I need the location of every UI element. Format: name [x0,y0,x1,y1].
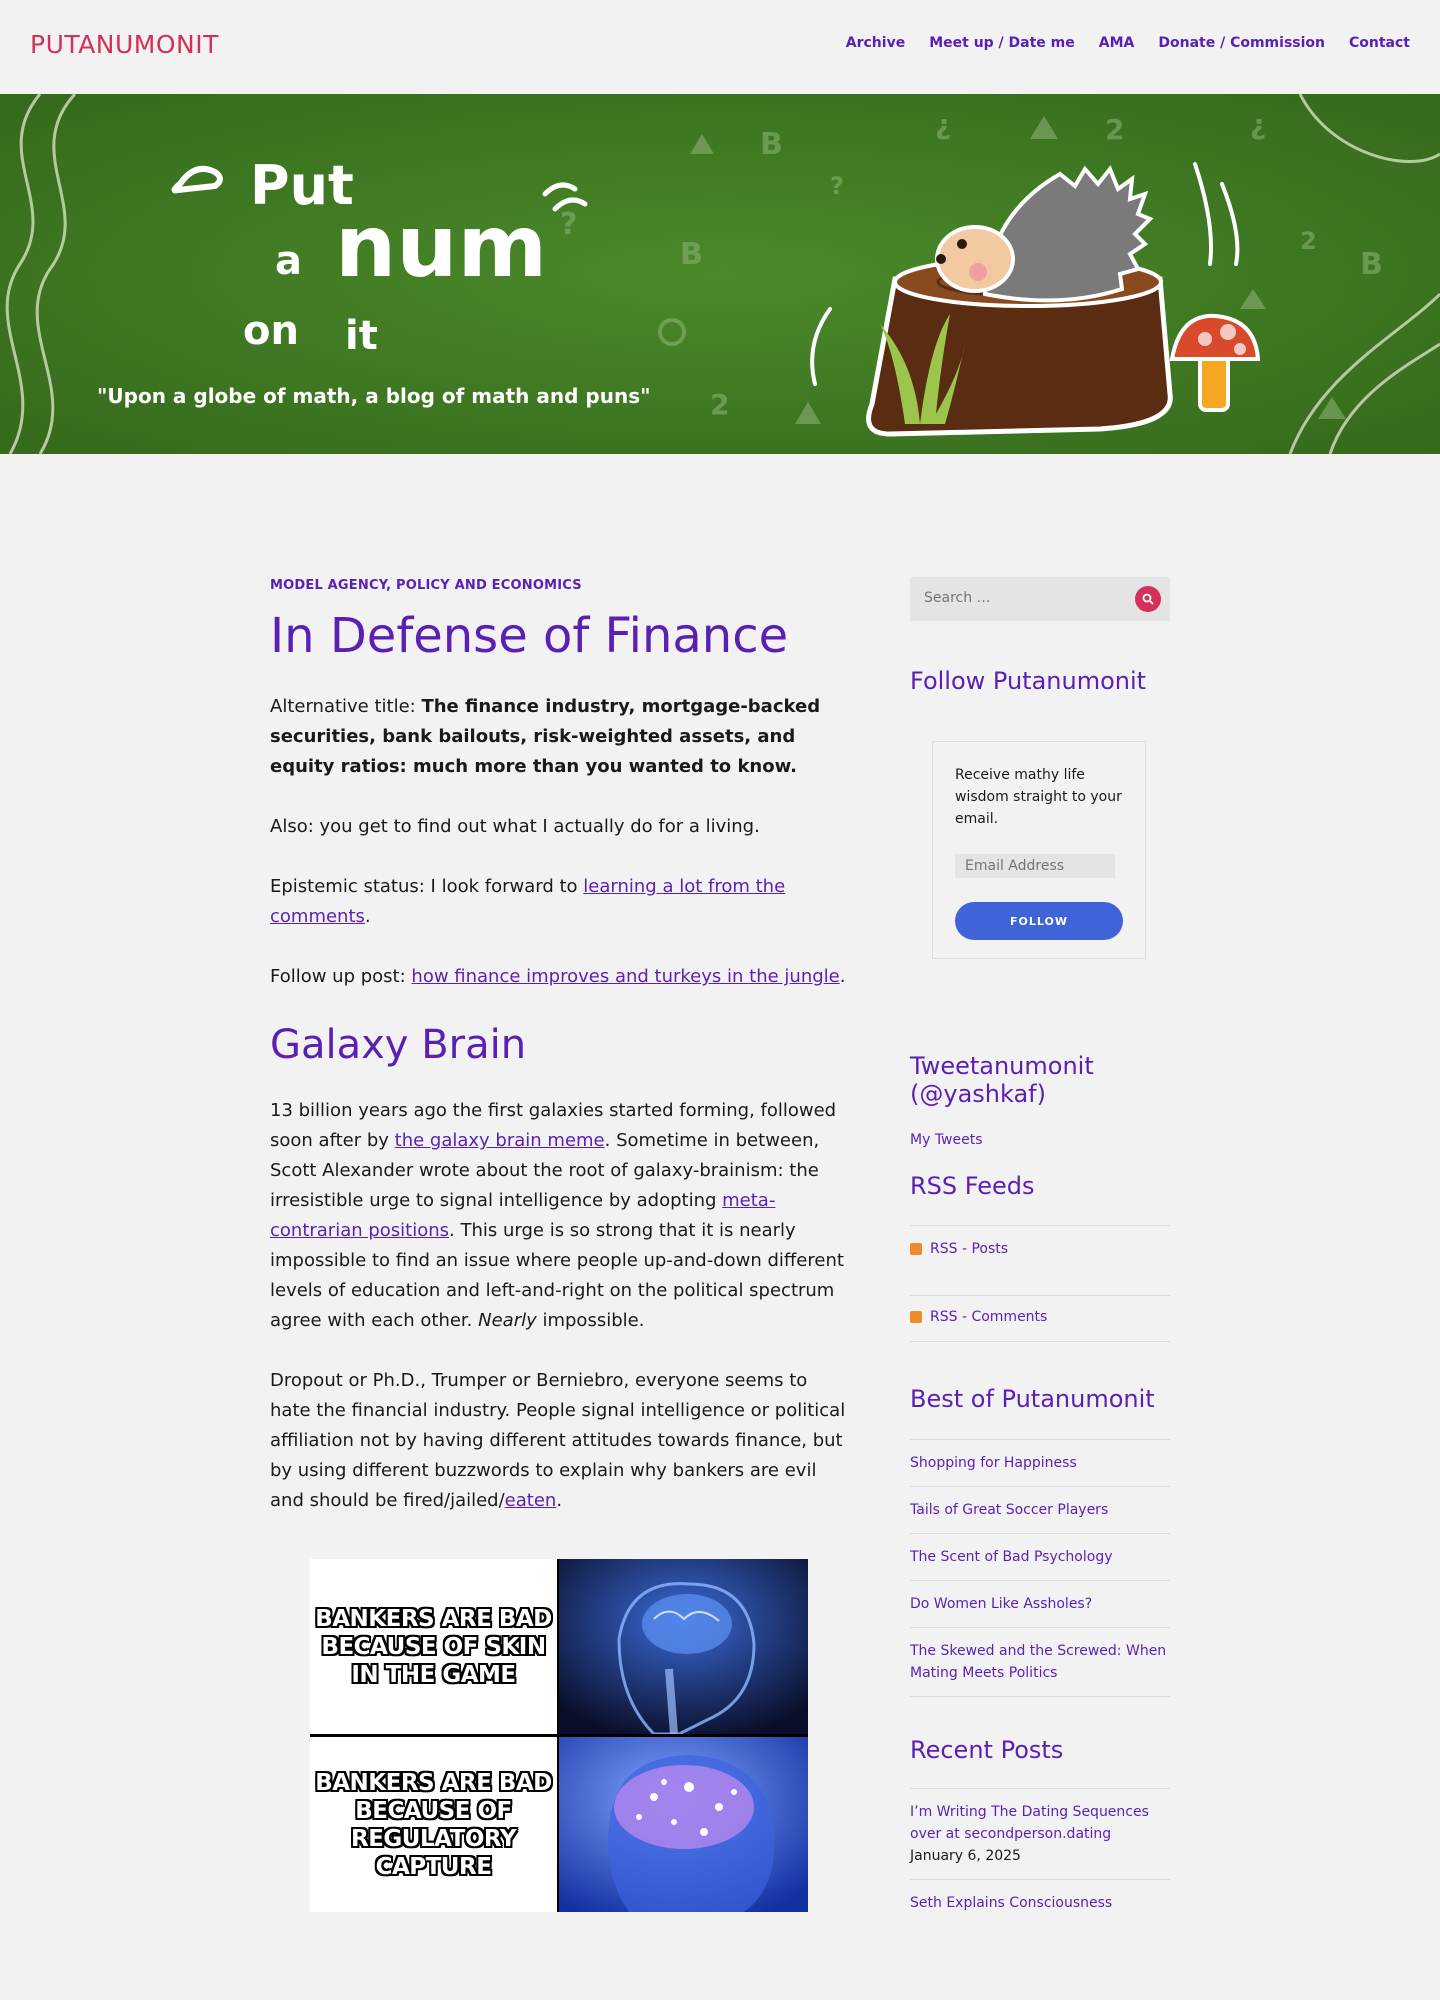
post-category[interactable]: MODEL AGENCY, POLICY AND ECONOMICS [270,578,850,593]
best-list: Shopping for Happiness Tails of Great So… [910,1439,1170,1697]
p1-italic: Nearly [478,1310,537,1332]
list-item: I’m Writing The Dating Sequences over at… [910,1789,1170,1880]
follow-button[interactable]: FOLLOW [955,902,1123,940]
galaxy-brain-meme-link[interactable]: the galaxy brain meme [395,1130,605,1151]
list-item: The Skewed and the Screwed: When Mating … [910,1628,1170,1697]
rss-divider-2 [910,1295,1170,1296]
meme-top-caption: BANKERS ARE BAD BECAUSE OF SKIN IN THE G… [315,1605,552,1688]
galaxy-paragraph: 13 billion years ago the first galaxies … [270,1096,850,1336]
recent-link-1[interactable]: I’m Writing The Dating Sequences over at… [910,1804,1149,1842]
main-nav: Archive Meet up / Date me AMA Donate / C… [846,35,1410,51]
post-title: In Defense of Finance [270,608,789,664]
epistemic-paragraph: Epistemic status: I look forward to lear… [270,872,850,932]
best-link-5[interactable]: The Skewed and the Screwed: When Mating … [910,1643,1166,1681]
rss-posts-link[interactable]: RSS - Posts [930,1241,1008,1257]
svg-text:B: B [1360,247,1383,282]
also-paragraph: Also: you get to find out what I actuall… [270,816,760,838]
best-widget-title: Best of Putanumonit [910,1385,1155,1413]
svg-text:B: B [760,127,783,162]
recent-widget-title: Recent Posts [910,1736,1064,1764]
svg-text:num: num [335,197,547,297]
section-heading: Galaxy Brain [270,1022,527,1069]
meme-brain-small [559,1559,808,1734]
list-item: Do Women Like Assholes? [910,1581,1170,1628]
nav-donate[interactable]: Donate / Commission [1158,35,1325,51]
epistemic-label: Epistemic status: I look forward to [270,876,584,898]
nav-contact[interactable]: Contact [1349,35,1410,51]
banner-tagline: "Upon a globe of math, a blog of math an… [97,384,651,408]
rss-widget-title: RSS Feeds [910,1172,1035,1200]
eaten-link[interactable]: eaten [505,1490,557,1511]
nav-meetup[interactable]: Meet up / Date me [929,35,1075,51]
svg-text:on: on [243,308,299,354]
sidebar: Follow Putanumonit Receive mathy life wi… [910,577,1170,1911]
best-link-1[interactable]: Shopping for Happiness [910,1455,1077,1471]
period: . [364,906,371,928]
list-item: Seth Explains Consciousness [910,1880,1170,1926]
svg-text:¿: ¿ [935,108,951,141]
best-link-2[interactable]: Tails of Great Soccer Players [910,1502,1108,1518]
followup-paragraph: Follow up post: how finance improves and… [270,962,850,992]
period: . [839,966,846,988]
recent-list: I’m Writing The Dating Sequences over at… [910,1788,1170,1926]
best-link-3[interactable]: The Scent of Bad Psychology [910,1549,1113,1565]
period: . [556,1490,563,1512]
alt-title-label: Alternative title: [270,696,422,718]
svg-text:?: ? [560,207,577,242]
recent-link-2[interactable]: Seth Explains Consciousness [910,1895,1112,1911]
svg-text:B: B [680,237,703,272]
recent-date-1: January 6, 2025 [910,1848,1021,1864]
rss-comments-item: RSS - Comments [910,1309,1047,1325]
meme-bottom-caption: BANKERS ARE BAD BECAUSE OF REGULATORY CA… [315,1769,552,1880]
list-item: Shopping for Happiness [910,1440,1170,1487]
alt-title-paragraph: Alternative title: The finance industry,… [270,692,850,782]
svg-text:2: 2 [1105,113,1124,146]
followup-label: Follow up post: [270,966,412,988]
nav-ama[interactable]: AMA [1099,35,1135,51]
list-item: Tails of Great Soccer Players [910,1487,1170,1534]
site-header: PUTANUMONIT Archive Meet up / Date me AM… [0,0,1440,94]
my-tweets-link[interactable]: My Tweets [910,1132,983,1148]
search-form [910,577,1170,621]
svg-text:2: 2 [710,388,729,421]
search-input[interactable] [922,589,1126,607]
svg-text:?: ? [830,172,844,200]
nav-archive[interactable]: Archive [846,35,905,51]
p1-text-d: impossible. [536,1310,645,1332]
search-icon [1142,593,1154,605]
rss-divider-1 [910,1225,1170,1226]
email-field[interactable] [955,854,1115,878]
header-banner[interactable]: ? B B ¿ 2 ¿ B 2 2 ? Put a num on it "Upo… [0,94,1440,454]
finance-paragraph: Dropout or Ph.D., Trumper or Berniebro, … [270,1366,850,1516]
galaxy-brain-meme-image[interactable]: BANKERS ARE BAD BECAUSE OF SKIN IN THE G… [310,1559,808,1912]
rss-icon [910,1243,922,1255]
rss-icon [910,1311,922,1323]
tweets-widget-title: Tweetanumonit (@yashkaf) [910,1052,1094,1108]
svg-text:2: 2 [1300,227,1317,255]
rss-comments-link[interactable]: RSS - Comments [930,1309,1047,1325]
follow-widget: Receive mathy life wisdom straight to yo… [932,741,1146,959]
site-title[interactable]: PUTANUMONIT [30,30,219,59]
svg-text:a: a [275,238,302,284]
svg-text:¿: ¿ [1250,108,1266,141]
follow-widget-title: Follow Putanumonit [910,667,1147,695]
meme-panel-top-text: BANKERS ARE BAD BECAUSE OF SKIN IN THE G… [310,1559,557,1734]
svg-text:it: it [345,313,378,359]
best-link-4[interactable]: Do Women Like Assholes? [910,1596,1092,1612]
article: MODEL AGENCY, POLICY AND ECONOMICS In De… [270,578,850,1546]
meme-brain-glowing [559,1737,808,1912]
follow-description: Receive mathy life wisdom straight to yo… [955,767,1122,827]
followup-link[interactable]: how finance improves and turkeys in the … [411,966,839,987]
list-item: The Scent of Bad Psychology [910,1534,1170,1581]
rss-divider-3 [910,1341,1170,1342]
meme-panel-bottom-text: BANKERS ARE BAD BECAUSE OF REGULATORY CA… [310,1737,557,1912]
search-button[interactable] [1135,586,1161,612]
rss-posts-item: RSS - Posts [910,1241,1008,1257]
